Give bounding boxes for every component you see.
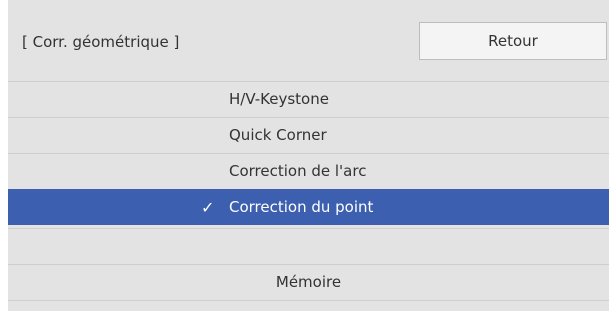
menu-item-arc-correction[interactable]: Correction de l'arc bbox=[8, 153, 609, 189]
menu-item-point-correction[interactable]: ✓ Correction du point bbox=[8, 189, 609, 225]
divider bbox=[8, 300, 609, 301]
menu-item-label: Correction du point bbox=[229, 198, 374, 216]
menu-item-label: Mémoire bbox=[275, 273, 342, 291]
menu-spacer bbox=[8, 228, 609, 264]
menu-item-hv-keystone[interactable]: H/V-Keystone bbox=[8, 81, 609, 117]
page-title: [ Corr. géométrique ] bbox=[22, 33, 180, 51]
correction-menu: H/V-Keystone Quick Corner Correction de … bbox=[8, 81, 609, 311]
menu-item-label: Quick Corner bbox=[229, 126, 327, 144]
menu-item-label: Correction de l'arc bbox=[229, 162, 367, 180]
panel-header: [ Corr. géométrique ] Retour bbox=[8, 0, 609, 81]
back-button[interactable]: Retour bbox=[419, 22, 607, 60]
check-icon: ✓ bbox=[201, 198, 215, 217]
menu-item-label: H/V-Keystone bbox=[229, 90, 329, 108]
geometric-correction-panel: [ Corr. géométrique ] Retour H/V-Keyston… bbox=[8, 0, 609, 311]
menu-item-memory[interactable]: Mémoire bbox=[8, 264, 609, 300]
menu-item-quick-corner[interactable]: Quick Corner bbox=[8, 117, 609, 153]
